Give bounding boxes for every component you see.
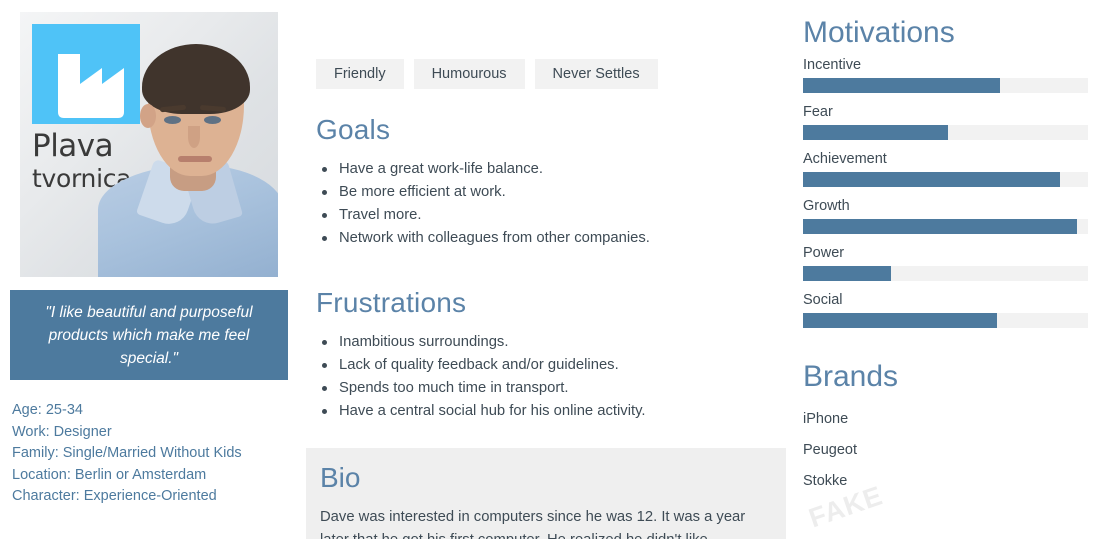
portrait-eye-right <box>204 116 221 124</box>
demographic-age: Age: 25-34 <box>12 402 83 418</box>
portrait-ear <box>140 104 156 128</box>
bio-section: Bio Dave was interested in computers sin… <box>306 448 786 539</box>
demographic-work: Work: Designer <box>12 423 112 440</box>
goals-heading: Goals <box>316 114 391 145</box>
persona-quote-text: "I like beautiful and purposeful product… <box>45 303 253 367</box>
list-item: Inambitious surroundings. <box>316 331 646 354</box>
bar-fill <box>803 266 892 281</box>
tag-humourous[interactable]: Humourous <box>413 59 525 89</box>
bar-label: Fear <box>803 104 833 120</box>
brand-item: iPhone <box>803 411 849 427</box>
motivations-chart: Incentive Fear Achievement Growth Power <box>803 57 1088 339</box>
bar-label: Incentive <box>803 57 862 73</box>
brands-heading: Brands <box>803 360 899 393</box>
tag-friendly[interactable]: Friendly <box>316 59 404 89</box>
motivation-incentive: Incentive <box>803 57 1088 93</box>
bar-fill <box>803 78 1000 93</box>
bar-fill <box>803 172 1060 187</box>
bar-label: Growth <box>803 198 850 214</box>
tag-never-settles[interactable]: Never Settles <box>534 59 658 89</box>
motivation-achievement: Achievement <box>803 151 1088 187</box>
bio-text: Dave was interested in computers since h… <box>320 509 746 539</box>
portrait-figure <box>98 12 278 277</box>
bar-track <box>803 172 1088 187</box>
list-item: Have a central social hub for his online… <box>316 400 646 423</box>
motivations-heading: Motivations <box>803 16 955 49</box>
brands-list: iPhone Peugeot Stokke <box>803 404 1088 497</box>
bio-heading: Bio <box>320 462 361 493</box>
goals-section: Goals Have a great work-life balance. Be… <box>316 114 650 250</box>
bar-fill <box>803 125 949 140</box>
demographic-family: Family: Single/Married Without Kids <box>12 445 242 461</box>
portrait-eye-left <box>164 116 181 124</box>
list-item: Lack of quality feedback and/or guidelin… <box>316 354 646 377</box>
list-item: Have a great work-life balance. <box>316 158 650 181</box>
list-item: Spends too much time in transport. <box>316 377 646 400</box>
persona-photo: Plava tvornica <box>20 12 278 277</box>
persona-demographics: Age: 25-34 Work: Designer Family: Single… <box>12 400 292 508</box>
motivation-growth: Growth <box>803 198 1088 234</box>
bar-label: Achievement <box>803 151 887 167</box>
frustrations-heading: Frustrations <box>316 287 467 318</box>
motivation-fear: Fear <box>803 104 1088 140</box>
bar-fill <box>803 313 997 328</box>
portrait-mouth <box>178 156 212 162</box>
list-item: Network with colleagues from other compa… <box>316 227 650 250</box>
persona-middle-column: Friendly Humourous Never Settles Goals H… <box>306 0 786 539</box>
persona-left-column: Plava tvornica "I like beautiful and pur… <box>0 0 290 539</box>
persona-right-column: Motivations Incentive Fear Achievement G… <box>803 0 1100 539</box>
brand-item: Peugeot <box>803 442 858 458</box>
bar-fill <box>803 219 1077 234</box>
persona-quote-box: "I like beautiful and purposeful product… <box>10 290 288 380</box>
bar-track <box>803 266 1088 281</box>
demographic-location: Location: Berlin or Amsterdam <box>12 466 207 483</box>
persona-tags: Friendly Humourous Never Settles <box>316 59 658 89</box>
frustrations-list: Inambitious surroundings. Lack of qualit… <box>316 331 646 423</box>
goals-list: Have a great work-life balance. Be more … <box>316 158 650 250</box>
bar-track <box>803 125 1088 140</box>
motivation-social: Social <box>803 292 1088 328</box>
motivation-power: Power <box>803 245 1088 281</box>
bar-label: Social <box>803 292 843 308</box>
portrait-hair <box>142 44 250 114</box>
bar-label: Power <box>803 245 845 261</box>
bar-track <box>803 219 1088 234</box>
portrait-nose <box>188 126 200 148</box>
frustrations-section: Frustrations Inambitious surroundings. L… <box>316 287 646 423</box>
bar-track <box>803 313 1088 328</box>
bar-track <box>803 78 1088 93</box>
list-item: Travel more. <box>316 204 650 227</box>
list-item: Be more efficient at work. <box>316 181 650 204</box>
demographic-character: Character: Experience-Oriented <box>12 488 217 504</box>
photo-background: Plava tvornica <box>20 12 278 277</box>
